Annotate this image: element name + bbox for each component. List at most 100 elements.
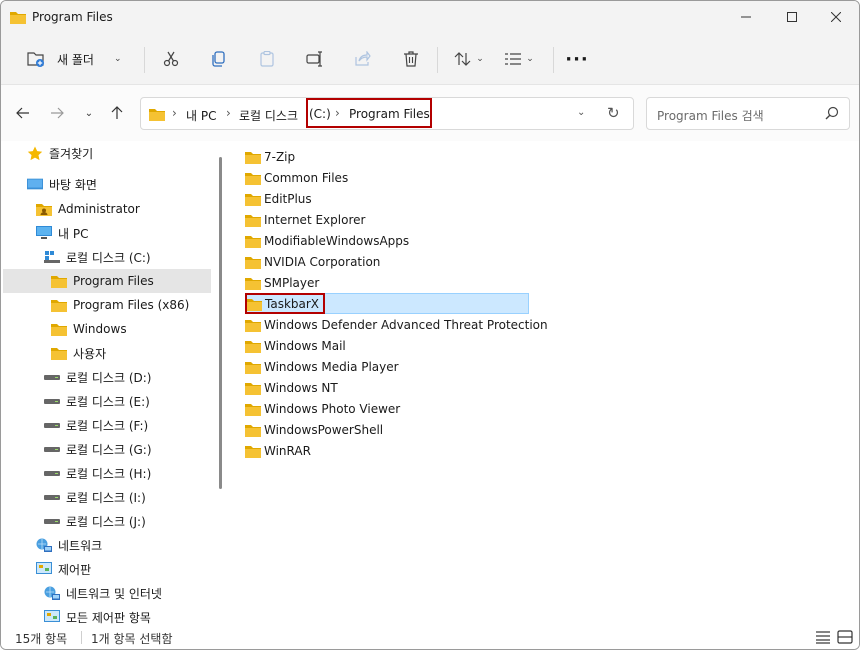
sidebar-item-drive-j[interactable]: 로컬 디스크 (J:) <box>3 509 211 533</box>
breadcrumb-local-disk[interactable]: 로컬 디스크 <box>239 107 298 124</box>
maximize-icon <box>787 12 797 22</box>
folder-icon <box>245 256 261 269</box>
navigation-bar: ⌄ › 내 PC › 로컬 디스크 (C:) › Program Files ⌄… <box>1 85 859 141</box>
recent-locations-button[interactable]: ⌄ <box>77 101 101 125</box>
paste-button[interactable] <box>251 43 283 75</box>
folder-icon <box>51 298 67 312</box>
search-placeholder: Program Files 검색 <box>657 109 764 123</box>
list-item[interactable]: Windows Photo Viewer <box>245 398 400 419</box>
copy-button[interactable] <box>203 43 235 75</box>
new-folder-button[interactable]: 새 폴더 ⌄ <box>19 43 131 75</box>
file-name: 7-Zip <box>264 149 296 164</box>
sidebar-item-label: 네트워크 및 인터넷 <box>66 586 162 601</box>
list-item[interactable]: Common Files <box>245 167 348 188</box>
sidebar-item-administrator[interactable]: Administrator <box>3 197 211 221</box>
drive-icon <box>44 418 60 432</box>
sidebar-item-drive-d[interactable]: 로컬 디스크 (D:) <box>3 365 211 389</box>
chevron-down-icon: ⌄ <box>113 54 122 64</box>
view-button[interactable]: ⌄ <box>497 43 541 75</box>
file-name: Internet Explorer <box>264 212 366 227</box>
delete-icon <box>404 51 418 67</box>
chevron-down-icon[interactable]: ⌄ <box>577 107 585 118</box>
list-item[interactable]: ModifiableWindowsApps <box>245 230 409 251</box>
list-item[interactable]: NVIDIA Corporation <box>245 251 380 272</box>
delete-button[interactable] <box>395 43 427 75</box>
view-icon <box>505 53 522 65</box>
sidebar-item-this-pc[interactable]: 내 PC <box>3 221 211 245</box>
search-box[interactable]: Program Files 검색 <box>646 97 850 130</box>
user-folder-icon <box>36 202 52 216</box>
sidebar-item-network[interactable]: 네트워크 <box>3 533 211 557</box>
back-button[interactable] <box>11 101 35 125</box>
folder-icon <box>245 403 261 416</box>
sidebar-item-drive-i[interactable]: 로컬 디스크 (I:) <box>3 485 211 509</box>
sidebar-item-program-files[interactable]: Program Files <box>3 269 211 293</box>
more-icon: ··· <box>565 48 589 70</box>
up-button[interactable] <box>105 101 129 125</box>
list-item[interactable]: 7-Zip <box>245 146 295 167</box>
close-icon <box>831 12 841 22</box>
rename-button[interactable] <box>299 43 331 75</box>
file-name: WindowsPowerShell <box>264 422 384 437</box>
sidebar-item-windows[interactable]: Windows <box>3 317 211 341</box>
refresh-icon[interactable]: ↻ <box>607 104 620 122</box>
folder-icon <box>245 193 261 206</box>
list-item[interactable]: Windows Mail <box>245 335 346 356</box>
sort-button[interactable]: ⌄ <box>447 43 491 75</box>
item-count: 15개 항목 <box>15 632 68 646</box>
window-title: Program Files <box>32 10 113 24</box>
list-item[interactable]: WinRAR <box>245 440 311 461</box>
sidebar-item-drive-e[interactable]: 로컬 디스크 (E:) <box>3 389 211 413</box>
sidebar-item-label: 즐겨찾기 <box>49 146 94 161</box>
system-drive-icon <box>44 250 60 264</box>
share-button[interactable] <box>347 43 379 75</box>
list-item[interactable]: SMPlayer <box>245 272 319 293</box>
sidebar-item-quick-access[interactable]: 즐겨찾기 <box>3 141 211 165</box>
file-name: Windows NT <box>264 380 338 395</box>
sort-icon <box>454 52 471 66</box>
large-icons-view-icon[interactable] <box>837 630 853 644</box>
sidebar-item-program-files-x86[interactable]: Program Files (x86) <box>3 293 211 317</box>
folder-icon <box>51 346 67 360</box>
pc-icon <box>36 226 52 240</box>
breadcrumb-this-pc[interactable]: 내 PC <box>186 107 216 124</box>
control-panel-icon <box>36 562 52 576</box>
list-item[interactable]: Internet Explorer <box>245 209 365 230</box>
folder-icon <box>245 172 261 185</box>
minimize-button[interactable] <box>723 1 769 33</box>
network-internet-icon <box>44 586 60 600</box>
sidebar-item-users[interactable]: 사용자 <box>3 341 211 365</box>
more-options-button[interactable]: ··· <box>561 43 593 75</box>
paste-icon <box>260 51 274 67</box>
details-view-icon[interactable] <box>815 630 831 644</box>
network-icon <box>36 538 52 552</box>
folder-icon <box>245 319 261 332</box>
sidebar-item-desktop[interactable]: 바탕 화면 <box>3 172 211 196</box>
sidebar-item-drive-c[interactable]: 로컬 디스크 (C:) <box>3 245 211 269</box>
list-item[interactable]: EditPlus <box>245 188 312 209</box>
sidebar-item-label: 로컬 디스크 (I:) <box>66 490 146 505</box>
address-bar[interactable]: › 내 PC › 로컬 디스크 (C:) › Program Files ⌄ ↻ <box>140 97 634 130</box>
cut-button[interactable] <box>155 43 187 75</box>
sidebar-item-label: 모든 제어판 항목 <box>66 610 151 625</box>
list-item[interactable]: Windows Media Player <box>245 356 399 377</box>
sidebar-item-drive-f[interactable]: 로컬 디스크 (F:) <box>3 413 211 437</box>
close-button[interactable] <box>813 1 859 33</box>
sidebar-item-control-panel[interactable]: 제어판 <box>3 557 211 581</box>
list-item[interactable]: Windows NT <box>245 377 338 398</box>
sidebar-item-label: 제어판 <box>58 562 92 577</box>
sidebar-item-drive-g[interactable]: 로컬 디스크 (G:) <box>3 437 211 461</box>
file-name: WinRAR <box>264 443 311 458</box>
command-bar: 새 폴더 ⌄ ⌄ ⌄ ··· <box>1 33 859 85</box>
title-bar: Program Files <box>1 1 859 33</box>
list-item[interactable]: Windows Defender Advanced Threat Protect… <box>245 314 548 335</box>
maximize-button[interactable] <box>769 1 815 33</box>
sidebar-item-all-control-panel[interactable]: 모든 제어판 항목 <box>3 605 211 626</box>
forward-button[interactable] <box>45 101 69 125</box>
sidebar-item-network-internet[interactable]: 네트워크 및 인터넷 <box>3 581 211 605</box>
list-item[interactable]: WindowsPowerShell <box>245 419 383 440</box>
arrow-left-icon <box>16 107 29 119</box>
sidebar-item-label: Program Files <box>73 274 154 288</box>
sidebar-scrollbar-thumb[interactable] <box>219 157 222 489</box>
sidebar-item-drive-h[interactable]: 로컬 디스크 (H:) <box>3 461 211 485</box>
